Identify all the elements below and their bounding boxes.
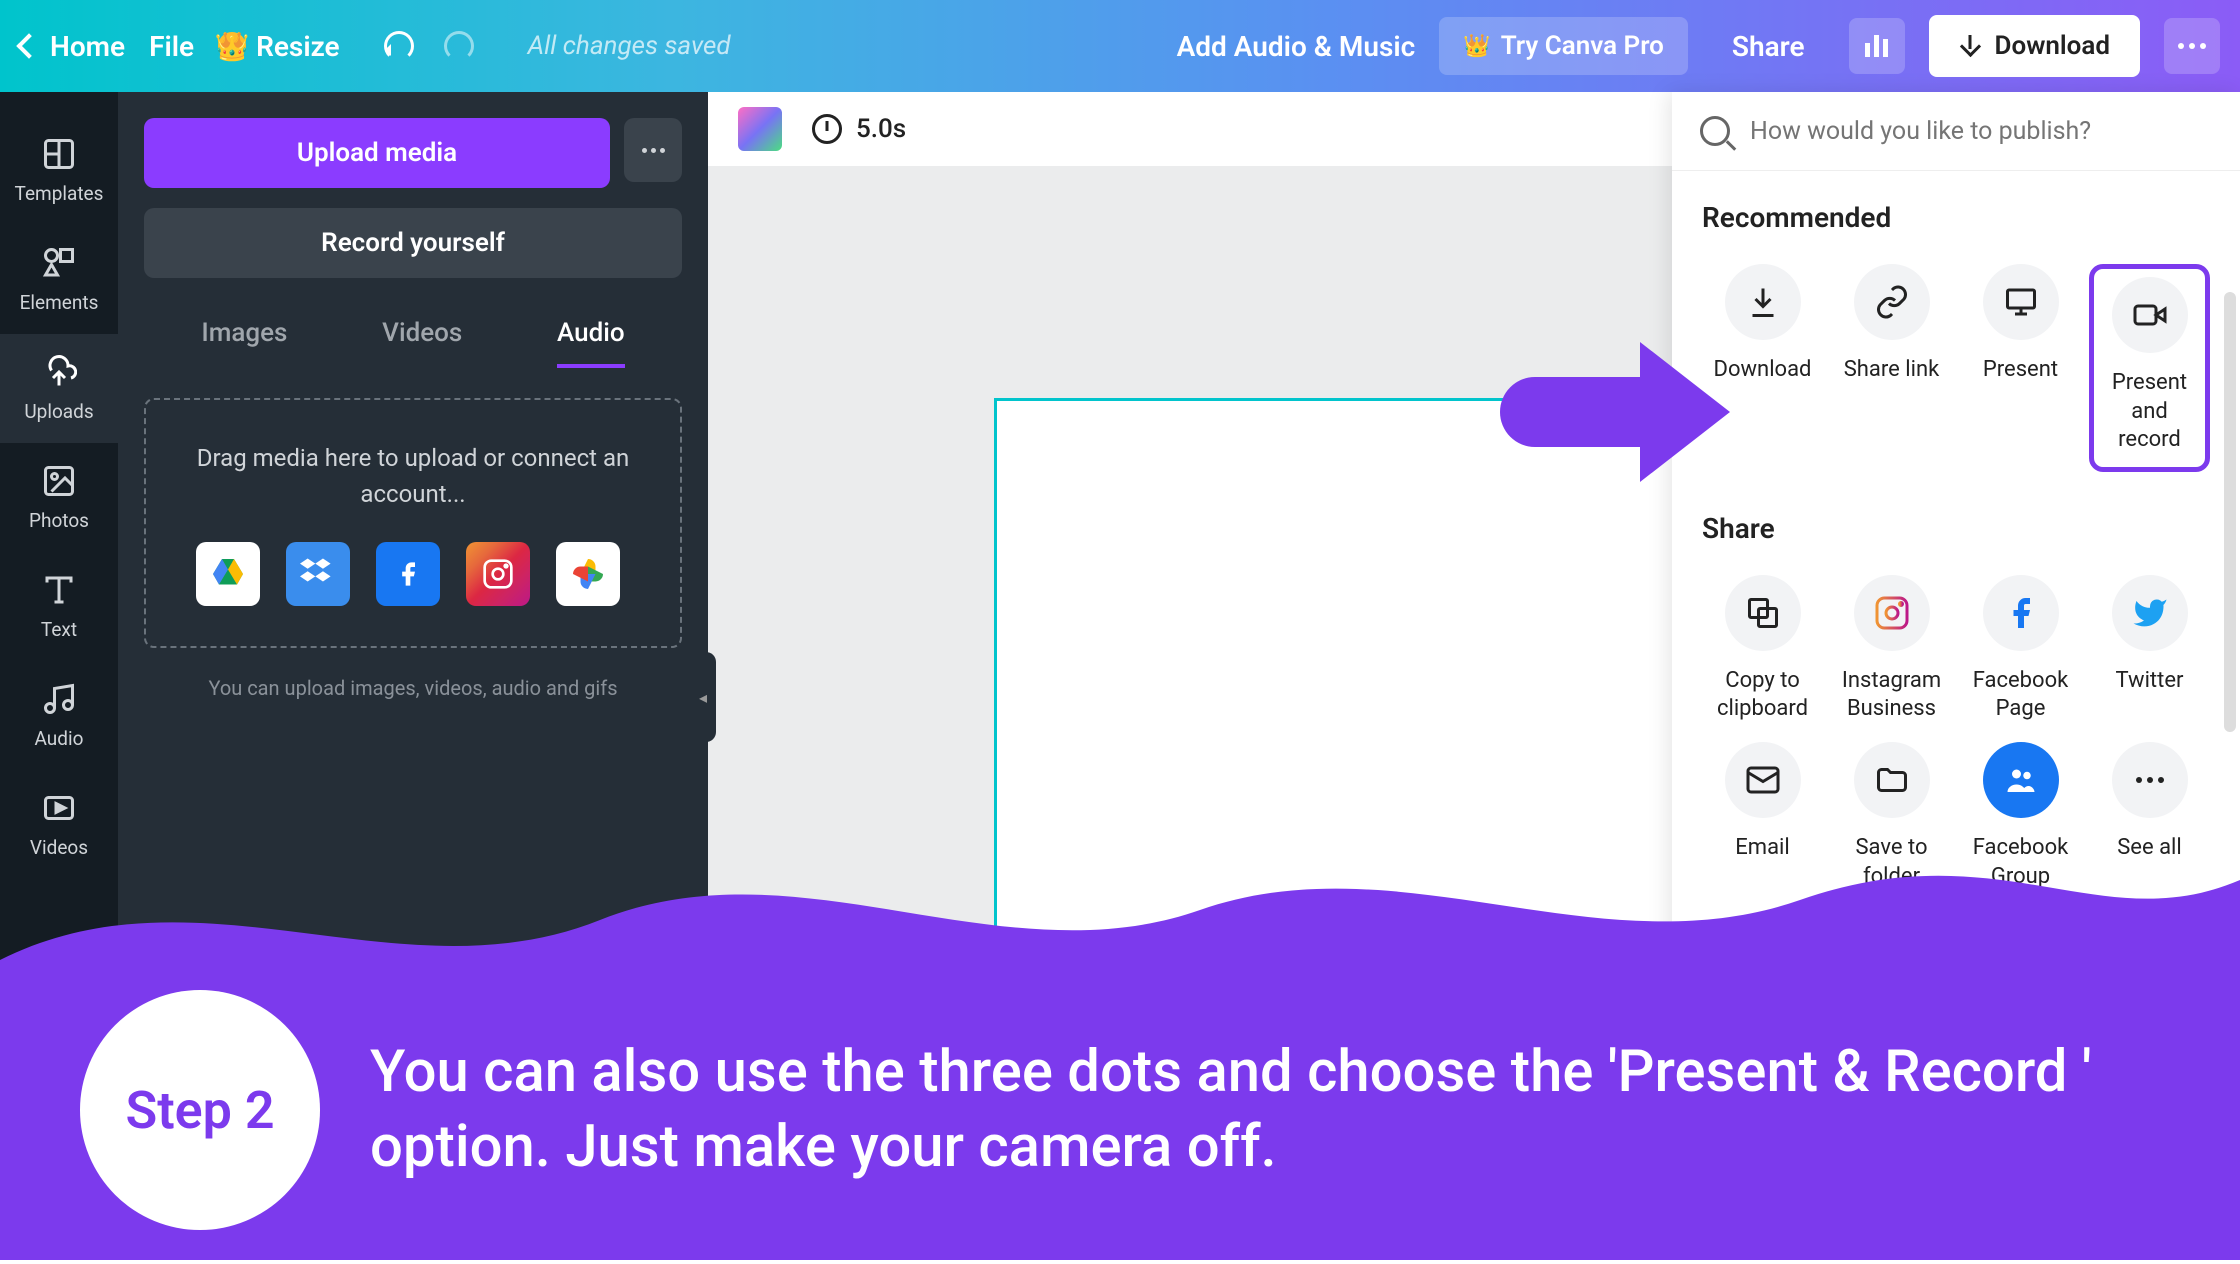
more-button[interactable] <box>2164 18 2220 74</box>
duration-control[interactable]: 5.0s <box>812 114 906 144</box>
download-button[interactable]: Download <box>1929 15 2140 77</box>
opt-label: Present and record <box>2098 369 2201 455</box>
dropbox-icon[interactable] <box>286 542 350 606</box>
opt-present-record[interactable]: Present and record <box>2089 264 2210 472</box>
publish-search[interactable] <box>1672 92 2240 171</box>
rail-photos[interactable]: Photos <box>0 443 118 552</box>
opt-instagram[interactable]: Instagram Business <box>1831 575 1952 724</box>
step-badge: Step 2 <box>80 990 320 1230</box>
dropzone-text: Drag media here to upload or connect an … <box>176 440 650 512</box>
upload-dropzone[interactable]: Drag media here to upload or connect an … <box>144 398 682 648</box>
redo-icon[interactable] <box>444 31 474 61</box>
rail-text[interactable]: Text <box>0 552 118 661</box>
google-photos-icon[interactable] <box>556 542 620 606</box>
section-share: Share <box>1702 512 2210 545</box>
tutorial-content: Step 2 You can also use the three dots a… <box>0 960 2240 1260</box>
opt-label: Copy to clipboard <box>1702 667 1823 724</box>
share-button[interactable]: Share <box>1712 30 1825 63</box>
chevron-left-icon <box>16 33 41 58</box>
timer-icon <box>812 114 842 144</box>
color-picker[interactable] <box>738 107 782 151</box>
rail-label: Templates <box>15 182 104 205</box>
rail-label: Photos <box>29 509 89 532</box>
rail-label: Text <box>41 618 77 641</box>
resize-label: Resize <box>256 30 340 63</box>
rail-elements[interactable]: Elements <box>0 225 118 334</box>
tab-videos[interactable]: Videos <box>382 318 462 368</box>
photos-icon <box>41 463 77 499</box>
templates-icon <box>41 136 77 172</box>
uploads-icon <box>41 354 77 390</box>
search-icon <box>1700 116 1730 146</box>
opt-twitter[interactable]: Twitter <box>2089 575 2210 724</box>
upload-hint: You can upload images, videos, audio and… <box>144 676 682 700</box>
record-yourself-button[interactable]: Record yourself <box>144 208 682 278</box>
file-menu[interactable]: File <box>149 30 194 63</box>
add-audio-button[interactable]: Add Audio & Music <box>1177 30 1416 63</box>
step-text: You can also use the three dots and choo… <box>370 1035 2160 1186</box>
text-icon <box>41 572 77 608</box>
opt-label: Instagram Business <box>1831 667 1952 724</box>
section-recommended: Recommended <box>1702 201 2210 234</box>
download-icon <box>1959 35 1981 57</box>
rail-uploads[interactable]: Uploads <box>0 334 118 443</box>
rail-label: Audio <box>35 727 84 750</box>
download-label: Download <box>1995 31 2110 61</box>
instagram-icon[interactable] <box>466 542 530 606</box>
opt-label: Share link <box>1844 356 1940 385</box>
rail-audio[interactable]: Audio <box>0 661 118 770</box>
scrollbar[interactable] <box>2224 292 2236 732</box>
elements-icon <box>41 245 77 281</box>
bar-chart-icon <box>1865 35 1888 57</box>
try-pro-button[interactable]: 👑 Try Canva Pro <box>1439 17 1688 75</box>
crown-icon: 👑 <box>218 32 246 60</box>
upload-media-button[interactable]: Upload media <box>144 118 610 188</box>
top-toolbar: Home File 👑 Resize All changes saved Add… <box>0 0 2240 92</box>
opt-copy[interactable]: Copy to clipboard <box>1702 575 1823 724</box>
google-drive-icon[interactable] <box>196 542 260 606</box>
undo-icon[interactable] <box>384 31 414 61</box>
rail-label: Elements <box>20 291 99 314</box>
home-label: Home <box>50 30 125 63</box>
tutorial-arrow <box>1500 377 1680 447</box>
rail-templates[interactable]: Templates <box>0 116 118 225</box>
undo-redo-group <box>384 31 474 61</box>
tab-images[interactable]: Images <box>201 318 287 368</box>
opt-present[interactable]: Present <box>1960 264 2081 472</box>
upload-more-button[interactable] <box>624 118 682 182</box>
opt-label: Twitter <box>2116 667 2184 696</box>
opt-label: Present <box>1983 356 2058 385</box>
try-pro-label: Try Canva Pro <box>1501 31 1664 61</box>
search-input[interactable] <box>1750 117 2212 146</box>
insights-button[interactable] <box>1849 18 1905 74</box>
tab-audio[interactable]: Audio <box>557 318 625 368</box>
opt-sharelink[interactable]: Share link <box>1831 264 1952 472</box>
duration-value: 5.0s <box>856 114 906 144</box>
home-button[interactable]: Home <box>20 30 125 63</box>
media-tabs: Images Videos Audio <box>144 298 682 368</box>
facebook-icon[interactable] <box>376 542 440 606</box>
audio-icon <box>41 681 77 717</box>
save-status: All changes saved <box>528 31 731 61</box>
opt-fbpage[interactable]: Facebook Page <box>1960 575 2081 724</box>
rail-label: Uploads <box>24 400 93 423</box>
resize-button[interactable]: 👑 Resize <box>218 30 340 63</box>
crown-icon: 👑 <box>1463 34 1490 59</box>
opt-label: Facebook Page <box>1960 667 2081 724</box>
collapse-handle[interactable]: ◂ <box>690 652 716 742</box>
